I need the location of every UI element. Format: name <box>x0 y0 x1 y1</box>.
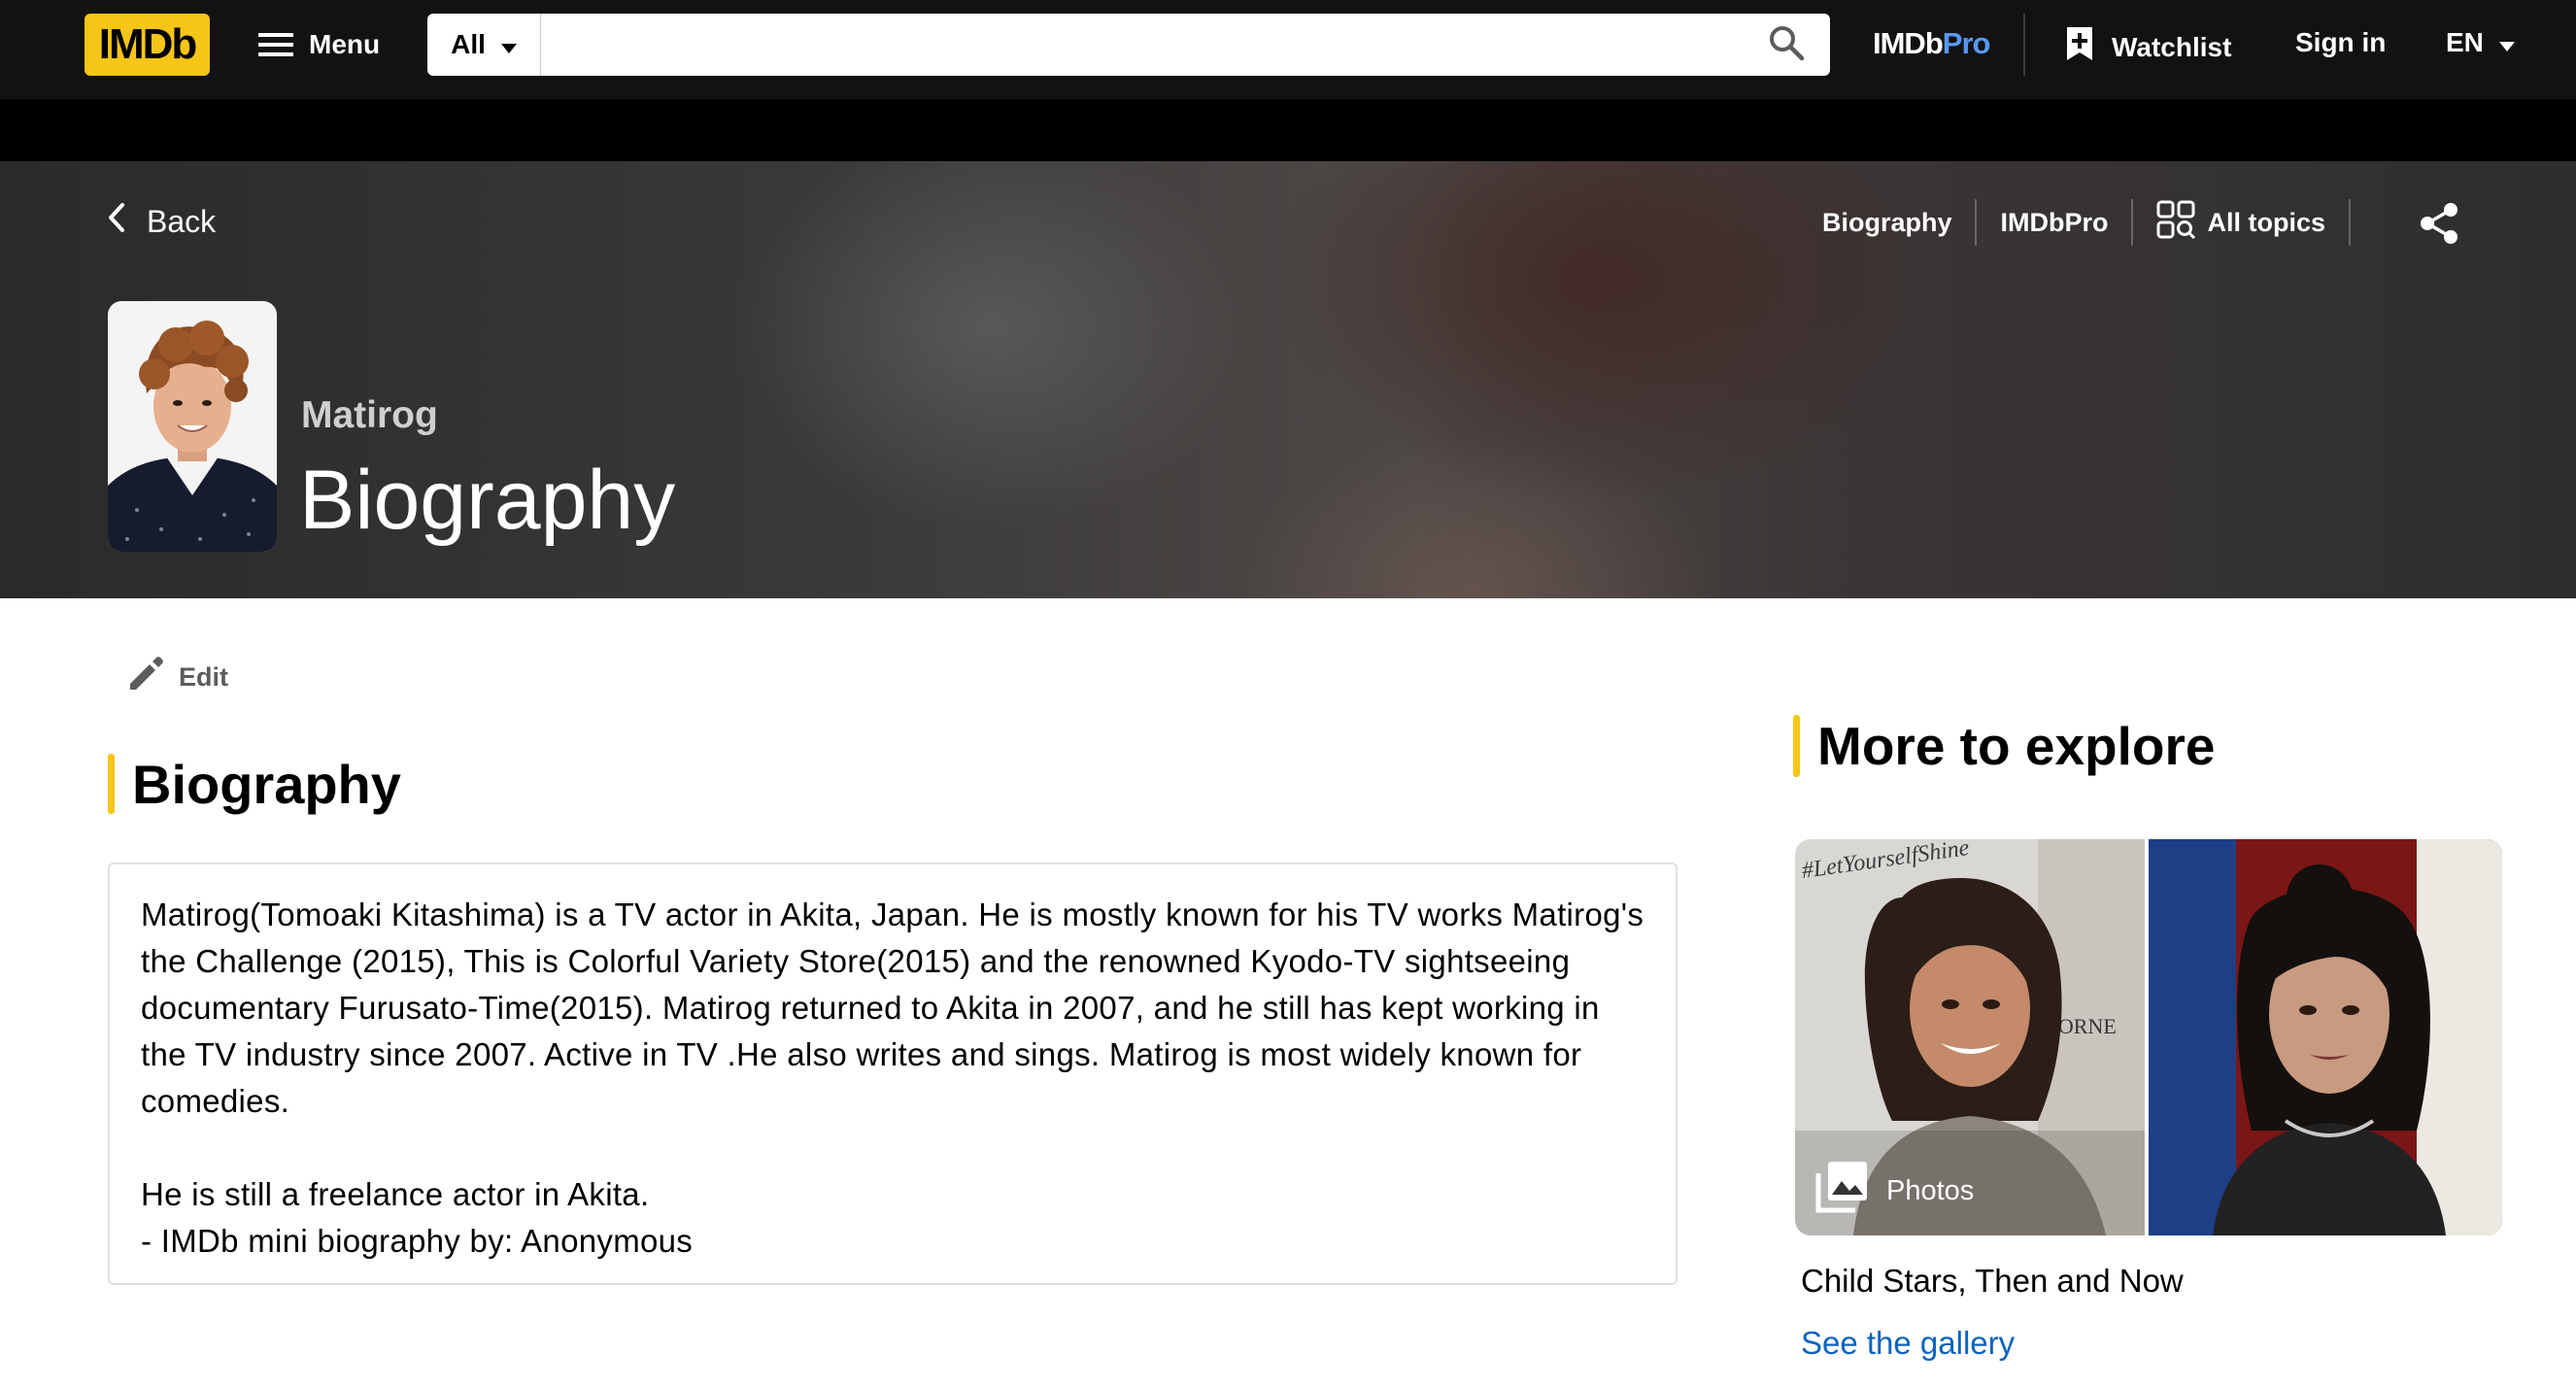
back-label: Back <box>147 203 217 239</box>
subject-name[interactable]: Matirog <box>301 394 438 437</box>
edit-button[interactable]: Edit <box>126 655 228 700</box>
bio-credit: - IMDb mini biography by: Anonymous <box>141 1223 694 1259</box>
all-topics-icon <box>2156 200 2196 246</box>
edit-label: Edit <box>179 662 228 692</box>
nav-divider <box>2023 14 2025 76</box>
share-button[interactable] <box>2419 202 2459 250</box>
back-link[interactable]: Back <box>108 202 216 241</box>
share-icon <box>2419 203 2459 249</box>
caret-down-icon <box>500 29 517 60</box>
language-label: EN <box>2446 27 2484 57</box>
all-topics-label: All topics <box>2207 207 2325 237</box>
watchlist-button[interactable]: Watchlist <box>2065 25 2231 69</box>
hero-banner: Back Biography IMDbPro All topics Matiro… <box>0 161 2576 598</box>
topic-link-biography[interactable]: Biography <box>1799 208 1976 238</box>
bio-paragraph: Matirog(Tomoaki Kitashima) is a TV actor… <box>141 896 1644 1119</box>
topic-link-imdbpro[interactable]: IMDbPro <box>1977 208 2131 238</box>
sidebar-section-title: More to explore <box>1817 716 2216 776</box>
chevron-left-icon <box>108 202 125 241</box>
page-title: Biography <box>299 454 676 547</box>
biography-content-box: Matirog(Tomoaki Kitashima) is a TV actor… <box>108 863 1678 1285</box>
caret-down-icon <box>2498 27 2515 58</box>
watchlist-label: Watchlist <box>2112 31 2232 62</box>
all-topics-button[interactable]: All topics <box>2133 200 2349 246</box>
section-title: Biography <box>132 753 401 815</box>
portrait-image <box>108 301 277 552</box>
search-category-label: All <box>451 29 486 59</box>
pro-logo-suffix: Pro <box>1942 26 1991 60</box>
gallery-card[interactable]: #LetYourselfShine HORNE Photos <box>1795 839 2502 1235</box>
search-input[interactable] <box>541 14 1743 76</box>
gallery-photos-badge: Photos <box>1814 1160 1974 1222</box>
bio-line: He is still a freelance actor in Akita. <box>141 1176 650 1212</box>
section-accent-bar <box>1793 715 1800 777</box>
search-category-dropdown[interactable]: All <box>427 14 541 76</box>
subject-portrait[interactable] <box>108 301 277 552</box>
search-button[interactable] <box>1743 14 1830 76</box>
ad-banner-strip <box>0 99 2576 161</box>
watchlist-add-icon <box>2065 25 2094 69</box>
menu-button[interactable]: Menu <box>258 19 380 70</box>
menu-label: Menu <box>309 29 381 59</box>
search-icon <box>1768 24 1805 66</box>
section-accent-bar <box>108 754 115 814</box>
top-navigation: IMDb Menu All IMDbPro Watchlist Sign in … <box>0 0 2576 99</box>
menu-icon <box>258 31 293 58</box>
pro-logo-main: IMDb <box>1873 26 1944 60</box>
bio-spacer <box>141 1125 1644 1171</box>
pencil-icon <box>126 655 165 700</box>
topic-divider <box>2349 199 2351 246</box>
hero-topic-links: Biography IMDbPro All topics <box>1799 196 2444 249</box>
gallery-caption[interactable]: Child Stars, Then and Now <box>1801 1263 2184 1300</box>
see-gallery-link[interactable]: See the gallery <box>1801 1325 2015 1362</box>
imdb-logo[interactable]: IMDb <box>85 14 210 76</box>
imdbpro-logo[interactable]: IMDbPro <box>1873 26 1991 61</box>
photos-icon <box>1814 1160 1869 1222</box>
sign-in-link[interactable]: Sign in <box>2295 27 2386 58</box>
more-to-explore-header: More to explore <box>1793 715 2216 777</box>
photos-label: Photos <box>1886 1174 1975 1206</box>
biography-section-header: Biography <box>108 753 401 815</box>
search-bar: All <box>427 14 1830 76</box>
language-selector[interactable]: EN <box>2446 27 2515 58</box>
